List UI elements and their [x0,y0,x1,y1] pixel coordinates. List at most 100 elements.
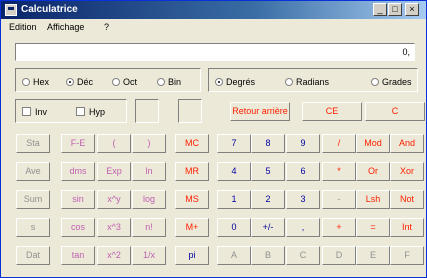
function-key[interactable]: tan [61,246,95,265]
keypad-key[interactable]: Int [390,218,424,237]
stat-key[interactable]: Sum [16,190,50,209]
function-key[interactable]: dms [61,162,95,181]
keypad-key[interactable]: Or [356,162,390,181]
keypad-key[interactable]: Lsh [356,190,390,209]
radio-dec[interactable]: Déc [66,77,93,87]
keypad-key[interactable]: B [251,246,285,265]
checkbox-hyp[interactable]: Hyp [76,107,105,117]
keypad-key[interactable]: + [322,218,356,237]
clear-entry-button[interactable]: CE [302,102,362,121]
keypad-key[interactable]: +/- [251,218,285,237]
keypad-key[interactable]: , [286,218,320,237]
memory-key[interactable]: pi [175,246,209,265]
menu-bar: Edition Affichage ? [1,21,426,35]
clear-button[interactable]: C [365,102,425,121]
title-bar[interactable]: Calculatrice _ □ × [1,1,426,19]
stat-key[interactable]: Ave [16,162,50,181]
keypad-key[interactable]: E [356,246,390,265]
keypad-key[interactable]: And [390,134,424,153]
memory-key[interactable]: MR [175,162,209,181]
radio-oct-label: Oct [123,77,138,87]
checkbox-box [76,107,85,116]
keypad-key[interactable]: 1 [217,190,251,209]
minimize-button[interactable]: _ [373,3,387,16]
stat-key[interactable]: s [16,218,50,237]
keypad-key[interactable]: 5 [251,162,285,181]
function-key[interactable]: n! [132,218,166,237]
function-key[interactable]: ln [132,162,166,181]
radio-radians[interactable]: Radians [285,77,329,87]
keypad-key[interactable]: F [390,246,424,265]
keypad-key[interactable]: Xor [390,162,424,181]
radio-bin-label: Bin [168,77,182,87]
number-base-group: Hex Déc Oct Bin [15,68,201,92]
window-title: Calculatrice [21,4,78,15]
function-key[interactable]: x^2 [97,246,131,265]
radio-dot [112,78,120,86]
function-key[interactable]: sin [61,190,95,209]
angle-unit-group: Degrés Radians Grades [208,68,418,92]
radio-hex[interactable]: Hex [22,77,49,87]
function-key[interactable]: F-E [61,134,95,153]
keypad-key[interactable]: 6 [286,162,320,181]
memory-key[interactable]: M+ [175,218,209,237]
menu-edit[interactable]: Edition [9,22,37,32]
checkbox-inv[interactable]: Inv [22,107,47,117]
keypad-key[interactable]: - [322,190,356,209]
radio-hex-label: Hex [33,77,50,87]
radio-dec-label: Déc [77,77,94,87]
radio-dot [285,78,293,86]
keypad-key[interactable]: 9 [286,134,320,153]
radio-degrees-label: Degrés [226,77,256,87]
function-key[interactable]: cos [61,218,95,237]
keypad-key[interactable]: C [286,246,320,265]
result-display: 0, [15,43,415,61]
menu-view[interactable]: Affichage [47,22,84,32]
keypad-key[interactable]: Not [390,190,424,209]
keypad-key[interactable]: 4 [217,162,251,181]
radio-dot [22,78,30,86]
keypad-key[interactable]: 7 [217,134,251,153]
keypad-key[interactable]: D [322,246,356,265]
keypad-key[interactable]: 8 [251,134,285,153]
stat-key[interactable]: Dat [16,246,50,265]
maximize-button[interactable]: □ [388,3,402,16]
radio-dot-selected [215,78,223,86]
keypad-key[interactable]: 3 [286,190,320,209]
function-key[interactable]: ( [97,134,131,153]
function-key[interactable]: Exp [97,162,131,181]
display-value: 0, [402,47,410,57]
function-key[interactable]: log [132,190,166,209]
backspace-button[interactable]: Retour arrière [230,102,290,121]
function-key[interactable]: ) [132,134,166,153]
parenthesis-indicator [135,99,159,123]
keypad-key[interactable]: 0 [217,218,251,237]
keypad-key[interactable]: * [322,162,356,181]
checkbox-inv-label: Inv [35,107,48,117]
radio-oct[interactable]: Oct [112,77,137,87]
close-button[interactable]: × [405,3,419,16]
function-key[interactable]: x^y [97,190,131,209]
keypad-key[interactable]: = [356,218,390,237]
memory-indicator [178,99,202,123]
keypad-key[interactable]: Mod [356,134,390,153]
memory-key[interactable]: MS [175,190,209,209]
checkbox-box [22,107,31,116]
keypad-key[interactable]: / [322,134,356,153]
checkbox-hyp-label: Hyp [89,107,106,117]
inv-hyp-group: Inv Hyp [15,99,127,123]
radio-dot-selected [66,78,74,86]
keypad-key[interactable]: A [217,246,251,265]
keypad-key[interactable]: 2 [251,190,285,209]
radio-degrees[interactable]: Degrés [215,77,255,87]
menu-help[interactable]: ? [104,22,109,32]
function-key[interactable]: x^3 [97,218,131,237]
radio-bin[interactable]: Bin [157,77,181,87]
memory-key[interactable]: MC [175,134,209,153]
function-key[interactable]: 1/x [132,246,166,265]
radio-grads[interactable]: Grades [371,77,412,87]
calculator-window: Calculatrice _ □ × Edition Affichage ? 0… [0,0,427,278]
radio-grads-label: Grades [382,77,412,87]
stat-key[interactable]: Sta [16,134,50,153]
radio-dot [371,78,379,86]
